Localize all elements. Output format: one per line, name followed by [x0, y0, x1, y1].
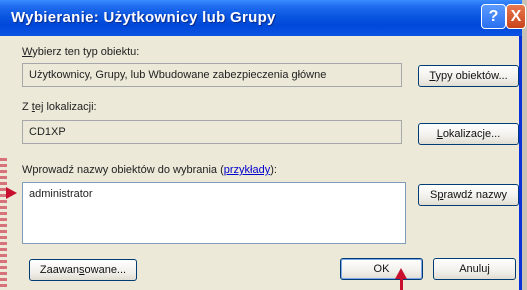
- screenshot: Wybieranie: Użytkownicy lub Grupy ? X Wy…: [0, 0, 527, 290]
- annotation-edge-stripe: [0, 158, 7, 290]
- object-type-field: Użytkownicy, Grupy, lub Wbudowane zabezp…: [22, 63, 402, 87]
- check-names-button-text: rawdź nazwy: [443, 189, 508, 201]
- window-title: Wybieranie: Użytkownicy lub Grupy: [11, 9, 276, 26]
- locations-button-text: okalizacje...: [442, 128, 501, 140]
- annotation-arrow-right-icon: [6, 187, 17, 199]
- title-bar[interactable]: Wybieranie: Użytkownicy lub Grupy ? X: [0, 0, 526, 36]
- location-label-text: ej lokalizacji:: [34, 101, 97, 113]
- object-type-label-text: ybierz ten typ obiektu:: [32, 46, 140, 58]
- examples-link[interactable]: przykłady: [224, 164, 270, 176]
- location-label-prefix: Z: [22, 101, 32, 113]
- object-type-label: Wybierz ten typ obiektu:: [22, 46, 139, 58]
- close-icon[interactable]: X: [506, 4, 526, 29]
- object-names-value: administrator: [29, 188, 93, 200]
- object-types-button-text: ypy obiektów...: [435, 70, 508, 82]
- object-names-label: Wprowadź nazwy obiektów do wybrania (prz…: [22, 164, 277, 176]
- advanced-button[interactable]: Zaawansowane...: [29, 259, 137, 281]
- help-icon[interactable]: ?: [481, 4, 506, 29]
- location-field: CD1XP: [22, 120, 402, 144]
- advanced-button-prefix: Zaawan: [39, 264, 80, 276]
- ok-button[interactable]: OK: [340, 258, 423, 280]
- object-types-button[interactable]: Typy obiektów...: [418, 65, 519, 87]
- select-users-dialog: Wybieranie: Użytkownicy lub Grupy ? X Wy…: [0, 0, 526, 290]
- object-type-label-accel: W: [22, 46, 33, 58]
- object-names-label-end: ):: [270, 164, 277, 176]
- annotation-arrow-stem: [400, 277, 403, 290]
- advanced-button-text: owane...: [84, 264, 127, 276]
- locations-button[interactable]: Lokalizacje...: [418, 123, 519, 145]
- location-label: Z tej lokalizacji:: [22, 101, 97, 113]
- object-names-label-text: Wprowadź nazwy obiektów do wybrania (: [22, 164, 224, 176]
- cancel-button[interactable]: Anuluj: [433, 258, 516, 280]
- check-names-button[interactable]: Sprawdź nazwy: [418, 184, 519, 206]
- object-names-input[interactable]: administrator: [22, 182, 406, 244]
